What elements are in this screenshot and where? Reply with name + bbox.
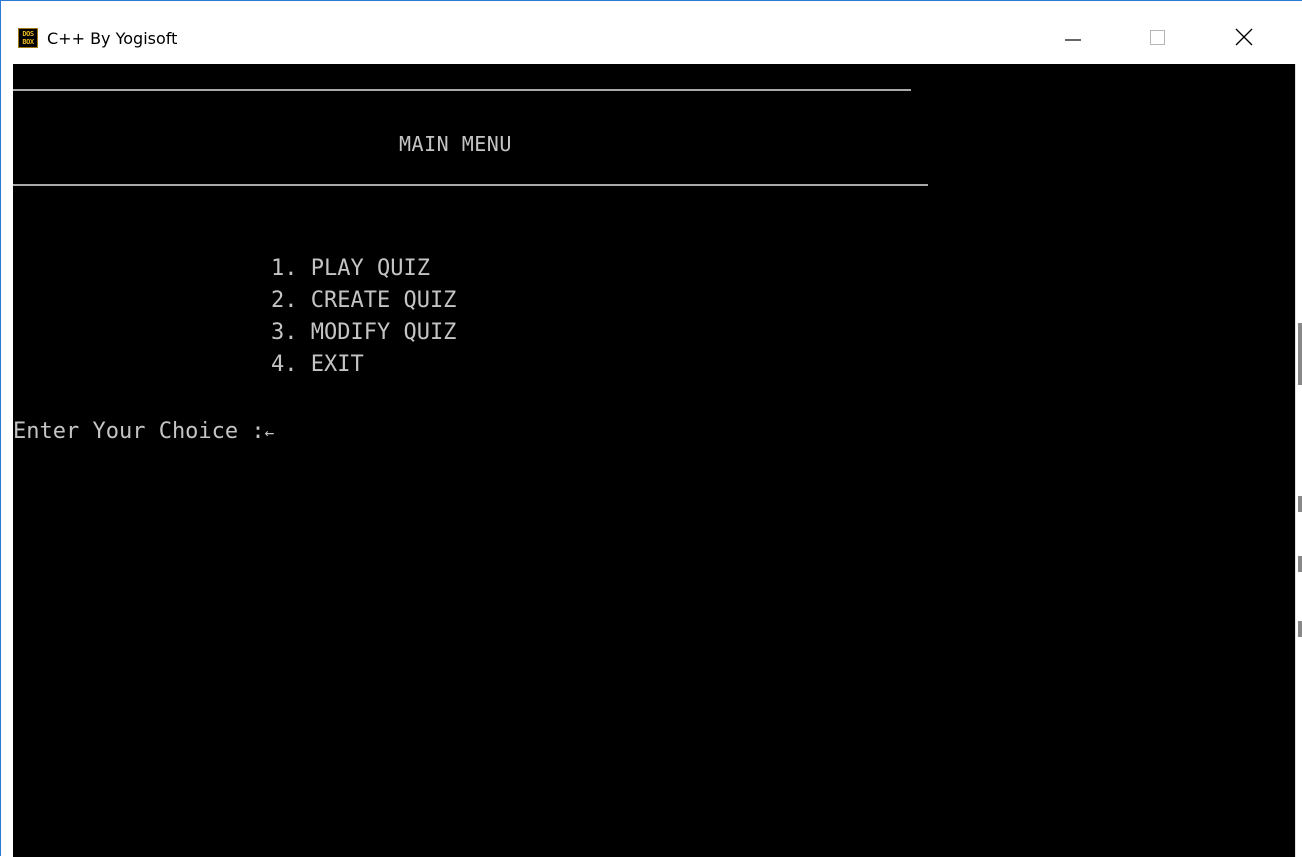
choice-prompt[interactable]: Enter Your Choice :← xyxy=(13,416,274,448)
menu-item-exit[interactable]: 4. EXIT xyxy=(271,349,456,381)
icon-text-dos: DOS xyxy=(22,30,34,38)
menu-item-create-quiz[interactable]: 2. CREATE QUIZ xyxy=(271,285,456,317)
menu-item-play-quiz[interactable]: 1. PLAY QUIZ xyxy=(271,253,456,285)
background-edge-mark xyxy=(1298,556,1302,572)
background-edge-mark xyxy=(1298,323,1302,385)
background-edge-mark xyxy=(1298,496,1302,512)
app-window: DOS BOX C++ By Yogisoft MAIN MENU 1. PLA… xyxy=(0,0,1302,857)
menu-list: 1. PLAY QUIZ 2. CREATE QUIZ 3. MODIFY QU… xyxy=(271,253,456,381)
maximize-button[interactable] xyxy=(1125,17,1191,61)
text-cursor: ← xyxy=(264,423,275,442)
background-edge-mark xyxy=(1298,621,1302,637)
window-title: C++ By Yogisoft xyxy=(47,29,178,48)
menu-item-modify-quiz[interactable]: 3. MODIFY QUIZ xyxy=(271,317,456,349)
close-icon xyxy=(1235,28,1253,46)
maximize-icon xyxy=(1150,30,1165,45)
console-screen[interactable]: MAIN MENU 1. PLAY QUIZ 2. CREATE QUIZ 3.… xyxy=(13,64,1295,857)
menu-heading: MAIN MENU xyxy=(399,132,512,156)
prompt-label: Enter Your Choice : xyxy=(13,419,265,444)
background-window-edge xyxy=(1295,64,1302,857)
header-rule-top xyxy=(13,89,911,91)
dosbox-icon[interactable]: DOS BOX xyxy=(18,28,38,48)
icon-text-box: BOX xyxy=(22,38,34,46)
close-button[interactable] xyxy=(1211,17,1277,61)
title-bar[interactable]: DOS BOX C++ By Yogisoft xyxy=(1,1,1302,64)
header-rule-bottom xyxy=(13,184,928,186)
minimize-icon xyxy=(1065,39,1081,41)
minimize-button[interactable] xyxy=(1041,17,1107,61)
